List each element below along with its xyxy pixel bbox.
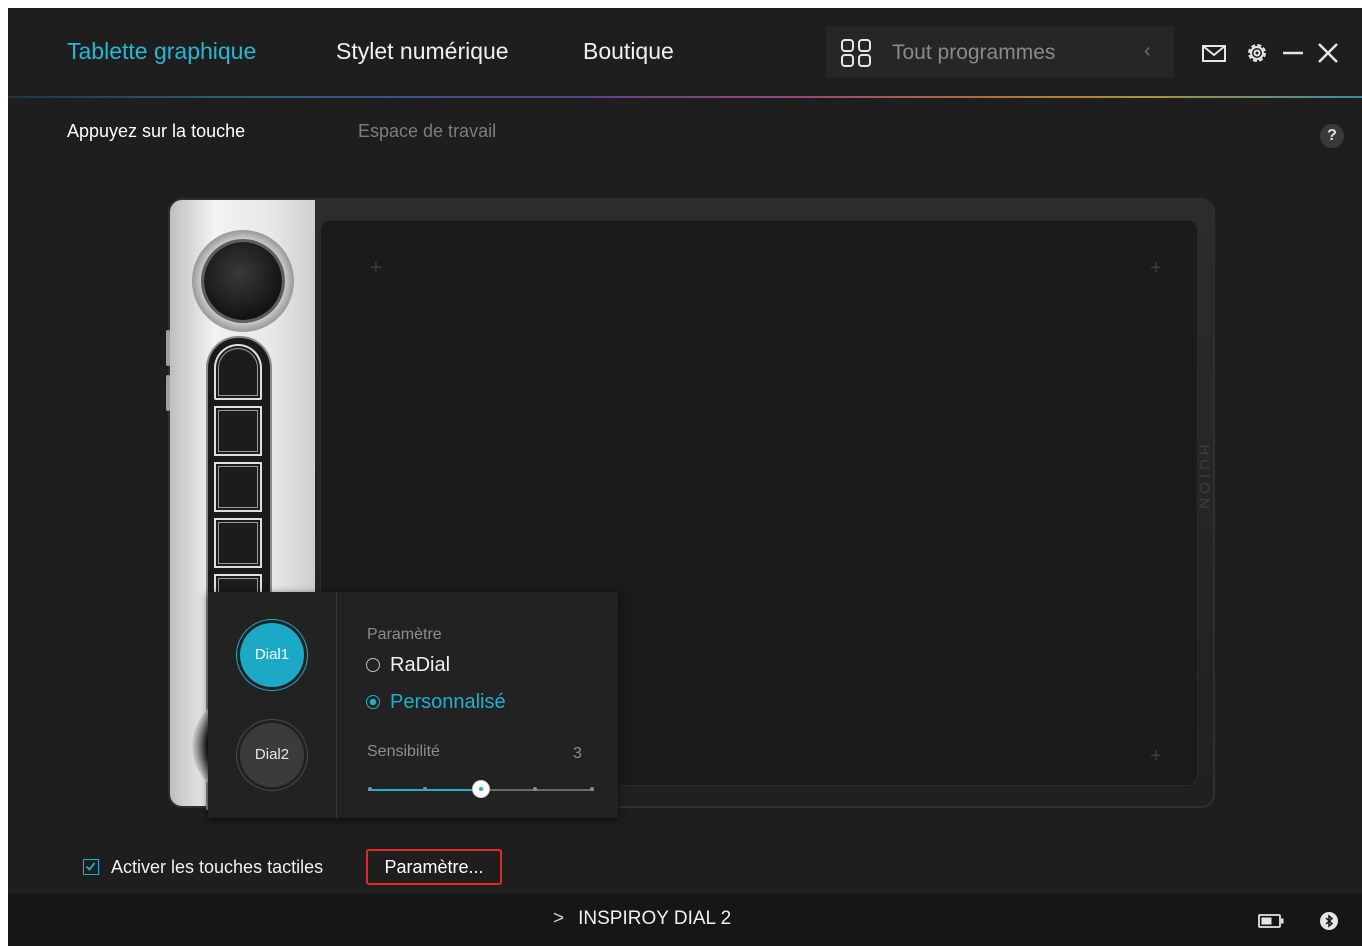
express-key-4[interactable] (214, 518, 262, 568)
corner-mark: + (1150, 257, 1162, 279)
gear-icon[interactable] (1244, 40, 1270, 66)
chevron-left-icon[interactable]: ‹ (1144, 40, 1151, 63)
chevron-right-icon: > (553, 908, 565, 929)
battery-icon (1258, 914, 1284, 928)
tab-boutique[interactable]: Boutique (583, 38, 674, 65)
help-button[interactable]: ? (1320, 124, 1344, 148)
subtab-espace-de-travail[interactable]: Espace de travail (358, 121, 496, 142)
express-key-1[interactable] (214, 344, 262, 400)
slider-tick (533, 787, 537, 791)
dial1-knob[interactable] (192, 230, 294, 332)
slider-tick (423, 787, 427, 791)
radio-radial-label: RaDial (390, 654, 451, 676)
slider-tick (590, 787, 594, 791)
dial1-knob-center (204, 242, 282, 320)
express-key-3[interactable] (214, 462, 262, 512)
subtab-appuyez-sur-la-touche[interactable]: Appuyez sur la touche (67, 121, 245, 142)
program-selector-label: Tout programmes (892, 41, 1056, 64)
device-selector[interactable]: > INSPIROY DIAL 2 (553, 908, 731, 930)
sensitivity-label: Sensibilité (367, 743, 440, 760)
top-bar: Tablette graphique Stylet numérique Bout… (8, 8, 1362, 96)
tab-stylet-numerique[interactable]: Stylet numérique (336, 38, 509, 65)
express-key-2[interactable] (214, 406, 262, 456)
brand-logo: HUION (1195, 444, 1213, 513)
tab-tablette-graphique[interactable]: Tablette graphique (67, 38, 256, 65)
enable-touch-checkbox[interactable] (83, 859, 99, 875)
dial-settings-popup: Dial1 Dial2 Paramètre RaDial Personnalis… (208, 592, 618, 818)
radio-personnalise[interactable]: Personnalisé (366, 691, 506, 714)
close-icon[interactable] (1315, 40, 1341, 66)
sensitivity-value: 3 (573, 745, 582, 762)
radio-radial[interactable]: RaDial (366, 654, 450, 677)
status-bar: > INSPIROY DIAL 2 (8, 894, 1362, 946)
dial-parameter-label: Paramètre (367, 626, 442, 643)
app-window: Tablette graphique Stylet numérique Bout… (8, 8, 1362, 946)
grid-icon (841, 39, 871, 67)
radio-unchecked-icon (366, 658, 380, 672)
corner-mark: + (1150, 745, 1162, 767)
sensitivity-slider-handle[interactable] (473, 781, 489, 797)
radio-personnalise-label: Personnalisé (390, 691, 506, 713)
popup-divider (336, 592, 337, 818)
slider-tick (368, 787, 372, 791)
side-button (166, 375, 170, 411)
sensitivity-slider[interactable] (368, 781, 594, 797)
touch-settings-button[interactable]: Paramètre... (366, 849, 502, 885)
dial1-button[interactable]: Dial1 (240, 623, 304, 687)
header-divider (8, 96, 1362, 98)
mail-icon[interactable] (1201, 40, 1227, 66)
device-name: INSPIROY DIAL 2 (578, 908, 732, 929)
radio-checked-icon (366, 695, 380, 709)
minimize-icon[interactable] (1280, 40, 1306, 66)
enable-touch-label: Activer les touches tactiles (111, 857, 324, 877)
corner-mark: + (370, 257, 382, 279)
side-button (166, 330, 170, 366)
checkmark-icon (85, 862, 96, 871)
dial2-button[interactable]: Dial2 (240, 723, 304, 787)
bluetooth-icon (1320, 912, 1338, 930)
program-selector[interactable]: Tout programmes ‹ (826, 26, 1174, 78)
